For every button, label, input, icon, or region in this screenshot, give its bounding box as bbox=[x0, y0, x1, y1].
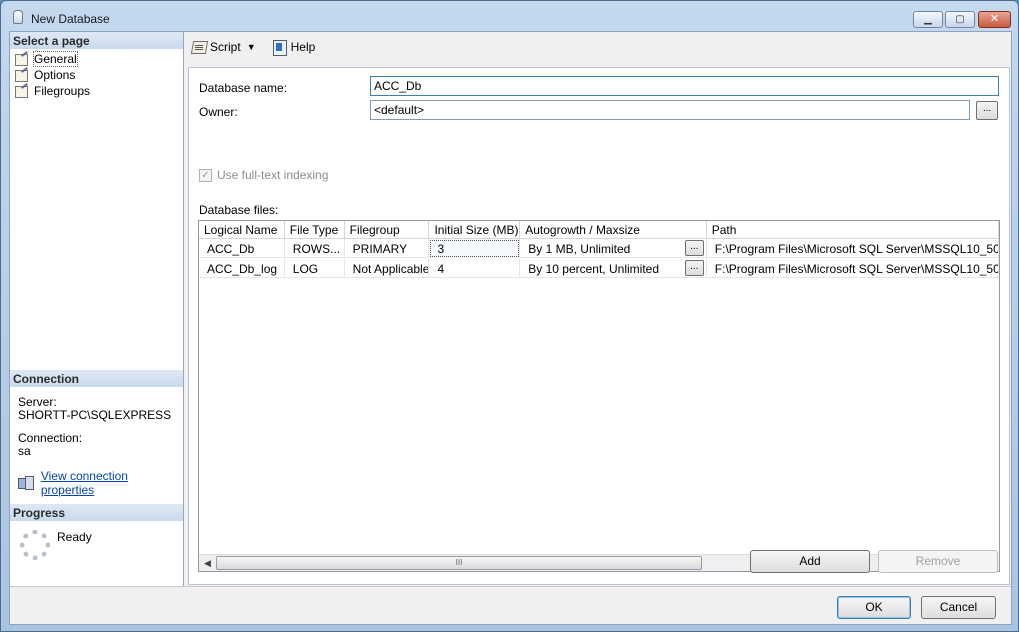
scroll-thumb[interactable]: III bbox=[216, 556, 702, 570]
database-files-label: Database files: bbox=[199, 203, 278, 217]
chevron-down-icon[interactable]: ▼ bbox=[247, 42, 256, 52]
path-cell[interactable]: F:\Program Files\Microsoft SQL Server\MS… bbox=[707, 259, 999, 278]
table-row[interactable]: ACC_Db_log LOG Not Applicable 4 By 10 pe… bbox=[199, 259, 999, 278]
progress-header: Progress bbox=[10, 504, 183, 521]
help-label: Help bbox=[291, 40, 316, 54]
connection-label: Connection: bbox=[18, 432, 178, 445]
remove-button[interactable]: Remove bbox=[878, 550, 998, 573]
minimize-button[interactable]: ▁ bbox=[913, 11, 943, 28]
initial-size-cell[interactable]: 4 bbox=[429, 259, 520, 278]
grid-header: Logical Name File Type Filegroup Initial… bbox=[199, 221, 999, 239]
cancel-button[interactable]: Cancel bbox=[921, 596, 996, 619]
server-value: SHORTT-PC\SQLEXPRESS bbox=[18, 409, 178, 422]
autogrowth-edit-button[interactable]: ... bbox=[685, 260, 704, 276]
page-item-filegroups[interactable]: Filegroups bbox=[10, 83, 183, 99]
page-icon bbox=[15, 53, 29, 65]
initial-size-cell[interactable]: 3 bbox=[429, 239, 520, 258]
page-icon bbox=[15, 69, 29, 81]
add-button[interactable]: Add bbox=[750, 550, 870, 573]
autogrowth-edit-button[interactable]: ... bbox=[685, 240, 704, 256]
column-header[interactable]: File Type bbox=[285, 221, 345, 239]
column-header[interactable]: Initial Size (MB) bbox=[429, 221, 520, 239]
view-connection-properties-link[interactable]: View connection properties bbox=[41, 469, 183, 497]
view-connection-row: View connection properties bbox=[18, 469, 183, 497]
dialog-footer: OK Cancel bbox=[10, 586, 1011, 624]
column-header[interactable]: Autogrowth / Maxsize bbox=[520, 221, 707, 239]
connection-properties-icon bbox=[18, 476, 34, 490]
page-icon bbox=[15, 85, 29, 97]
filegroup-cell[interactable]: Not Applicable bbox=[345, 259, 430, 278]
file-type-cell[interactable]: ROWS... bbox=[285, 239, 345, 258]
page-item-label: Filegroups bbox=[34, 84, 90, 98]
file-type-cell[interactable]: LOG bbox=[285, 259, 345, 278]
autogrowth-cell[interactable]: By 1 MB, Unlimited ... bbox=[520, 239, 707, 258]
connection-info: Server: SHORTT-PC\SQLEXPRESS Connection:… bbox=[18, 396, 178, 458]
column-header[interactable]: Logical Name bbox=[199, 221, 285, 239]
maximize-button[interactable]: ▢ bbox=[945, 11, 975, 28]
script-label: Script bbox=[210, 40, 241, 54]
connection-value: sa bbox=[18, 445, 178, 458]
owner-label: Owner: bbox=[199, 105, 238, 119]
autogrowth-value: By 10 percent, Unlimited bbox=[528, 262, 659, 276]
autogrowth-value: By 1 MB, Unlimited bbox=[528, 242, 630, 256]
page-item-label: General bbox=[34, 52, 77, 66]
progress-spinner-icon bbox=[20, 530, 50, 560]
new-database-window: New Database ▁ ▢ ✕ Select a page General… bbox=[0, 0, 1019, 632]
toolbar: Script ▼ Help bbox=[185, 32, 1011, 62]
filegroup-cell[interactable]: PRIMARY bbox=[345, 239, 430, 258]
page-item-options[interactable]: Options bbox=[10, 67, 183, 83]
help-icon bbox=[272, 39, 288, 55]
script-icon bbox=[191, 39, 207, 55]
database-files-grid: Logical Name File Type Filegroup Initial… bbox=[198, 220, 1000, 572]
window-title: New Database bbox=[31, 12, 110, 26]
owner-browse-button[interactable]: ... bbox=[976, 101, 998, 120]
help-button[interactable]: Help bbox=[272, 39, 316, 55]
script-button[interactable]: Script ▼ bbox=[191, 39, 262, 55]
owner-input[interactable]: <default> bbox=[370, 100, 970, 120]
logical-name-cell[interactable]: ACC_Db_log bbox=[199, 259, 285, 278]
fulltext-indexing-checkbox[interactable]: ✓ bbox=[199, 169, 212, 182]
maximize-icon: ▢ bbox=[955, 15, 964, 25]
scroll-left-icon[interactable]: ◀ bbox=[204, 558, 211, 569]
close-button[interactable]: ✕ bbox=[978, 11, 1011, 28]
database-name-label: Database name: bbox=[199, 81, 287, 95]
page-list: General Options Filegroups bbox=[10, 51, 183, 99]
select-page-header: Select a page bbox=[10, 32, 183, 49]
fulltext-indexing-label: Use full-text indexing bbox=[217, 168, 328, 182]
logical-name-cell[interactable]: ACC_Db bbox=[199, 239, 285, 258]
page-item-general[interactable]: General bbox=[10, 51, 183, 67]
close-icon: ✕ bbox=[990, 14, 999, 25]
progress-status: Ready bbox=[57, 530, 92, 544]
column-header[interactable]: Path bbox=[707, 221, 999, 239]
path-cell[interactable]: F:\Program Files\Microsoft SQL Server\MS… bbox=[707, 239, 999, 258]
autogrowth-cell[interactable]: By 10 percent, Unlimited ... bbox=[520, 259, 707, 278]
minimize-icon: ▁ bbox=[924, 15, 932, 25]
left-pane: Select a page General Options Filegroups… bbox=[10, 32, 184, 586]
dialog-client-area: Select a page General Options Filegroups… bbox=[9, 31, 1012, 625]
database-name-input[interactable]: ACC_Db bbox=[370, 76, 999, 96]
ok-button[interactable]: OK bbox=[837, 596, 911, 619]
general-page-content: Database name: ACC_Db Owner: <default> .… bbox=[188, 67, 1010, 585]
fulltext-indexing-row: ✓ Use full-text indexing bbox=[199, 168, 328, 182]
title-bar[interactable]: New Database ▁ ▢ ✕ bbox=[1, 1, 1018, 31]
database-icon bbox=[13, 10, 23, 24]
column-header[interactable]: Filegroup bbox=[345, 221, 430, 239]
table-row[interactable]: ACC_Db ROWS... PRIMARY 3 By 1 MB, Unlimi… bbox=[199, 239, 999, 258]
connection-header: Connection bbox=[10, 370, 183, 387]
page-item-label: Options bbox=[34, 68, 75, 82]
